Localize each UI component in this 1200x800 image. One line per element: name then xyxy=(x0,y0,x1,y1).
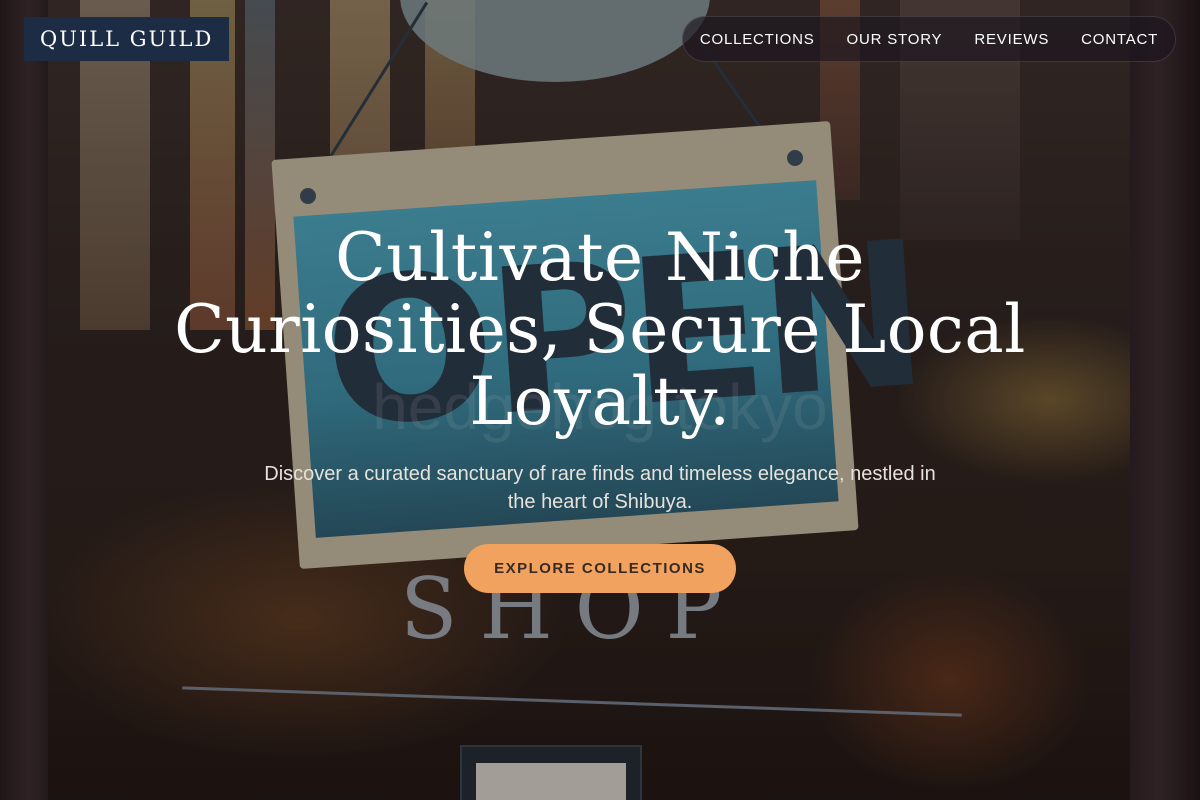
main-nav: COLLECTIONS OUR STORY REVIEWS CONTACT xyxy=(682,16,1176,62)
hero-subtitle: Discover a curated sanctuary of rare fin… xyxy=(264,463,936,513)
nav-item-collections[interactable]: COLLECTIONS xyxy=(700,31,815,48)
hero-title: Cultivate Niche Curiosities, Secure Loca… xyxy=(174,219,1026,440)
nav-item-reviews[interactable]: REVIEWS xyxy=(974,31,1049,48)
nav-item-contact[interactable]: CONTACT xyxy=(1081,31,1158,48)
brand-logo[interactable]: QUILL GUILD xyxy=(24,17,230,61)
explore-collections-button[interactable]: EXPLORE COLLECTIONS xyxy=(464,544,736,593)
nav-item-our-story[interactable]: OUR STORY xyxy=(847,31,943,48)
